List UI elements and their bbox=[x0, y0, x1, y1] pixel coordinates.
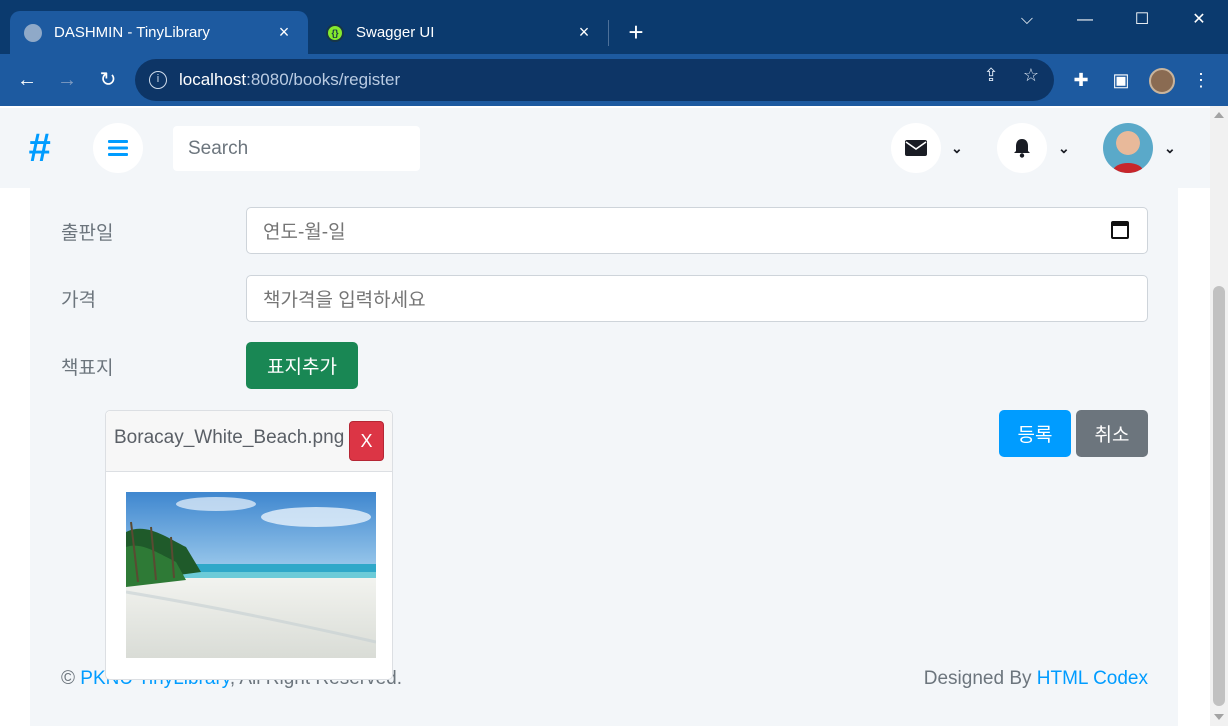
top-navbar: # ⌄ ⌄ ⌄ bbox=[0, 108, 1210, 188]
calendar-icon[interactable] bbox=[1111, 221, 1129, 239]
publish-date-input[interactable]: 연도-월-일 bbox=[246, 207, 1148, 254]
notifications-button[interactable] bbox=[997, 123, 1047, 173]
envelope-icon bbox=[905, 140, 927, 156]
footer-credit: Designed By HTML Codex bbox=[924, 668, 1148, 690]
register-button[interactable]: 등록 bbox=[999, 410, 1071, 457]
tab-search-chevron-icon[interactable]: ⌵ bbox=[1012, 6, 1042, 34]
side-panel-icon[interactable]: ▣ bbox=[1110, 69, 1132, 91]
address-bar[interactable]: i localhost:8080/books/register bbox=[135, 59, 1054, 101]
back-icon[interactable]: ← bbox=[14, 67, 40, 93]
cover-preview-image bbox=[126, 492, 376, 658]
add-cover-button[interactable]: 표지추가 bbox=[246, 342, 358, 389]
scroll-up-icon[interactable] bbox=[1214, 112, 1224, 118]
brand-logo[interactable]: # bbox=[28, 126, 50, 171]
notifications-chevron-down-icon[interactable]: ⌄ bbox=[1058, 140, 1070, 157]
swagger-icon: {} bbox=[326, 23, 344, 42]
tab-swagger[interactable]: {} Swagger UI × bbox=[312, 11, 608, 54]
cover-file-card: Boracay_White_Beach.png X bbox=[105, 410, 393, 680]
user-avatar[interactable] bbox=[1103, 123, 1153, 173]
publish-date-placeholder: 연도-월-일 bbox=[263, 222, 346, 243]
url-path: :8080/books/register bbox=[246, 70, 401, 89]
browser-profile-avatar[interactable] bbox=[1149, 68, 1175, 94]
messages-button[interactable] bbox=[891, 123, 941, 173]
browser-tab-bar: DASHMIN - TinyLibrary × {} Swagger UI × … bbox=[0, 0, 1228, 54]
tab-dashmin[interactable]: DASHMIN - TinyLibrary × bbox=[10, 11, 308, 54]
publish-date-label: 출판일 bbox=[61, 223, 114, 244]
url-host: localhost bbox=[179, 70, 247, 89]
page-scrollbar[interactable] bbox=[1210, 106, 1228, 726]
search-input[interactable] bbox=[173, 126, 420, 171]
price-input[interactable]: 책가격을 입력하세요 bbox=[246, 275, 1148, 322]
tab-title: DASHMIN - TinyLibrary bbox=[54, 24, 210, 41]
profile-chevron-down-icon[interactable]: ⌄ bbox=[1164, 140, 1176, 157]
price-placeholder: 책가격을 입력하세요 bbox=[263, 290, 426, 311]
bookmark-star-icon[interactable]: ☆ bbox=[1020, 65, 1042, 86]
maximize-icon[interactable]: ☐ bbox=[1127, 6, 1157, 34]
extensions-icon[interactable]: ✚ bbox=[1070, 69, 1092, 91]
browser-toolbar: ← → ↻ i localhost:8080/books/register ⇪ … bbox=[0, 54, 1228, 106]
reload-icon[interactable]: ↻ bbox=[95, 67, 121, 93]
new-tab-button[interactable]: + bbox=[622, 18, 650, 46]
hamburger-icon bbox=[108, 140, 128, 156]
bell-icon bbox=[1014, 139, 1030, 158]
share-icon[interactable]: ⇪ bbox=[980, 65, 1002, 86]
scroll-down-icon[interactable] bbox=[1214, 714, 1224, 720]
tab-title: Swagger UI bbox=[356, 24, 435, 41]
forward-icon[interactable]: → bbox=[54, 67, 80, 93]
page-viewport: # ⌄ ⌄ ⌄ 출판일 연 bbox=[0, 106, 1228, 726]
sidebar-toggle-button[interactable] bbox=[93, 123, 143, 173]
minimize-icon[interactable]: — bbox=[1070, 6, 1100, 34]
cover-label: 책표지 bbox=[61, 358, 114, 379]
window-close-icon[interactable]: ✕ bbox=[1184, 6, 1214, 34]
file-card-header: Boracay_White_Beach.png X bbox=[106, 411, 392, 472]
browser-menu-icon[interactable]: ⋮ bbox=[1190, 69, 1212, 91]
site-info-icon[interactable]: i bbox=[149, 71, 167, 89]
designed-by-text: Designed By bbox=[923, 668, 1037, 689]
register-form-container: 출판일 연도-월-일 가격 책가격을 입력하세요 책표지 표지추가 Boraca… bbox=[30, 188, 1178, 726]
tab-close-icon[interactable]: × bbox=[274, 22, 294, 43]
globe-icon bbox=[24, 23, 42, 42]
price-label: 가격 bbox=[61, 290, 96, 311]
cancel-button[interactable]: 취소 bbox=[1076, 410, 1148, 457]
file-name: Boracay_White_Beach.png bbox=[114, 427, 345, 448]
tab-divider bbox=[608, 20, 609, 46]
copyright-prefix: © bbox=[61, 668, 81, 689]
designer-link[interactable]: HTML Codex bbox=[1037, 668, 1148, 689]
remove-file-button[interactable]: X bbox=[349, 421, 384, 461]
scrollbar-thumb[interactable] bbox=[1213, 286, 1225, 706]
messages-chevron-down-icon[interactable]: ⌄ bbox=[951, 140, 963, 157]
tab-close-icon[interactable]: × bbox=[574, 22, 594, 43]
